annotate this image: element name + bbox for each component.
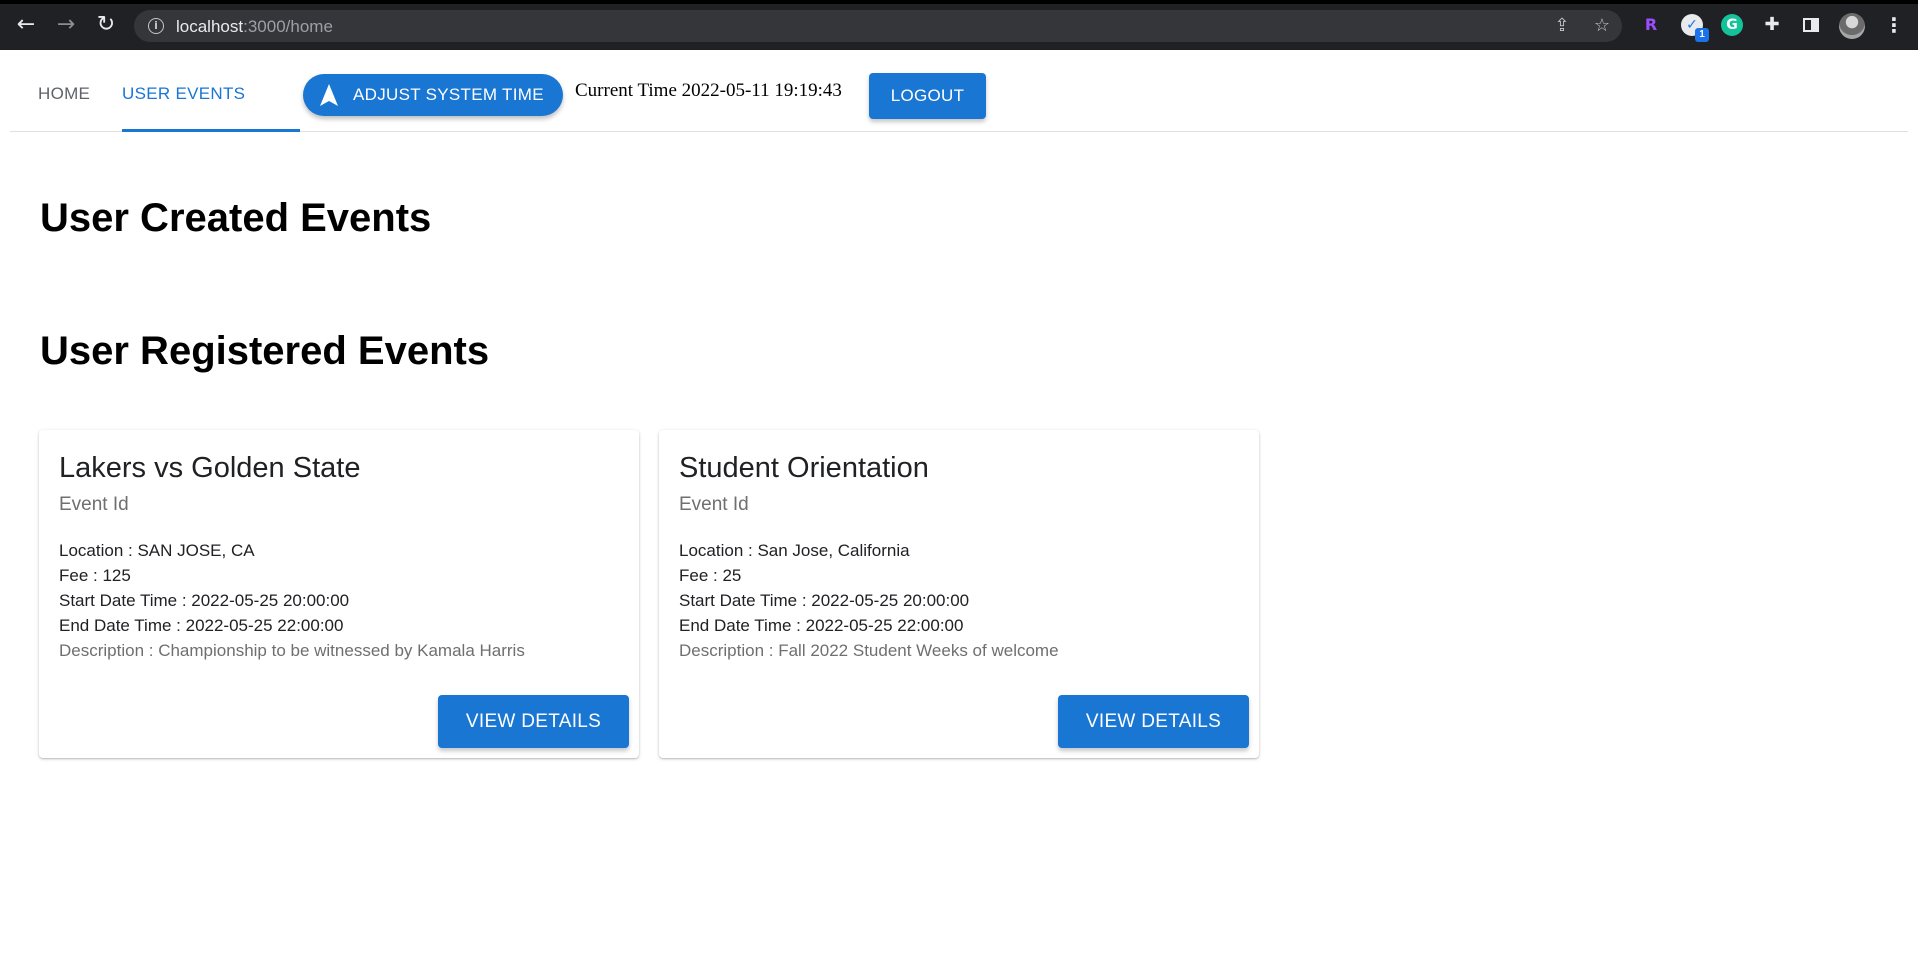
extensions-puzzle-icon[interactable]: ✚ [1761, 14, 1783, 36]
extension-g-label: G [1726, 17, 1738, 33]
event-location: Location : San Jose, California [679, 541, 910, 560]
address-bar[interactable]: i localhost:3000/home ⇪ ☆ [134, 10, 1622, 42]
extension-check-icon[interactable]: ✓ 1 [1681, 14, 1709, 42]
url-host: localhost [176, 17, 244, 36]
forward-arrow-icon[interactable]: → [53, 12, 79, 38]
adjust-system-time-button[interactable]: ADJUST SYSTEM TIME [303, 74, 563, 116]
extension-r-icon[interactable]: R [1640, 14, 1662, 36]
extension-badge: 1 [1695, 28, 1709, 42]
navigation-arrow-icon [320, 84, 338, 106]
extension-grammarly-icon[interactable]: G [1721, 14, 1743, 36]
event-fee: Fee : 125 [59, 566, 131, 585]
event-description: Description : Championship to be witness… [59, 641, 525, 660]
event-card: Lakers vs Golden State Event Id Location… [39, 430, 639, 758]
active-tab-indicator [122, 129, 300, 132]
bookmark-star-icon[interactable]: ☆ [1592, 16, 1612, 36]
profile-avatar[interactable] [1839, 13, 1865, 39]
extension-r-label: R [1644, 15, 1658, 34]
event-card: Student Orientation Event Id Location : … [659, 430, 1259, 758]
event-end-time: End Date Time : 2022-05-25 22:00:00 [679, 616, 964, 635]
tab-user-events[interactable]: USER EVENTS [122, 50, 245, 132]
event-end-time: End Date Time : 2022-05-25 22:00:00 [59, 616, 344, 635]
share-icon[interactable]: ⇪ [1552, 16, 1572, 36]
url-path: :3000/home [243, 17, 333, 36]
event-title: Student Orientation [679, 452, 929, 484]
user-registered-events-heading: User Registered Events [40, 329, 490, 373]
logout-button[interactable]: LOGOUT [869, 73, 986, 119]
back-arrow-icon[interactable]: ← [13, 12, 39, 38]
event-fee: Fee : 25 [679, 566, 742, 585]
event-title: Lakers vs Golden State [59, 452, 361, 484]
url-text[interactable]: localhost:3000/home [176, 17, 333, 37]
info-icon[interactable]: i [148, 18, 164, 34]
tab-home[interactable]: HOME [38, 50, 90, 132]
current-time-display: Current Time 2022-05-11 19:19:43 [575, 80, 842, 101]
more-menu-icon[interactable]: ⋮ [1884, 12, 1904, 38]
event-id-label: Event Id [59, 494, 129, 515]
event-start-time: Start Date Time : 2022-05-25 20:00:00 [59, 591, 350, 610]
user-created-events-heading: User Created Events [40, 196, 432, 240]
reload-icon[interactable]: ↻ [93, 12, 119, 38]
app-header: HOME USER EVENTS ADJUST SYSTEM TIME Curr… [10, 50, 1908, 132]
view-details-button[interactable]: VIEW DETAILS [438, 695, 629, 748]
event-location: Location : SAN JOSE, CA [59, 541, 255, 560]
event-description: Description : Fall 2022 Student Weeks of… [679, 641, 1059, 660]
side-panel-icon[interactable] [1800, 14, 1822, 36]
adjust-system-time-label: ADJUST SYSTEM TIME [353, 85, 544, 104]
browser-toolbar: ← → ↻ i localhost:3000/home ⇪ ☆ R ✓ 1 G ✚… [0, 0, 1918, 50]
event-id-label: Event Id [679, 494, 749, 515]
tab-strip-edge [0, 0, 1918, 4]
view-details-button[interactable]: VIEW DETAILS [1058, 695, 1249, 748]
event-start-time: Start Date Time : 2022-05-25 20:00:00 [679, 591, 970, 610]
